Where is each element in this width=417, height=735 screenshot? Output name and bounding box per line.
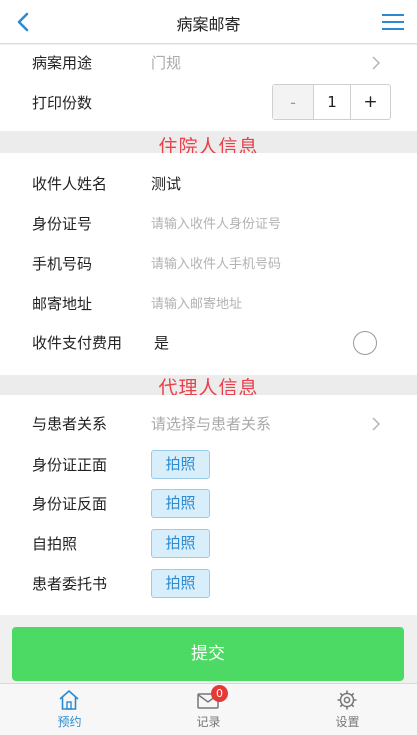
id-number-input[interactable] bbox=[151, 212, 381, 236]
address-label: 邮寄地址 bbox=[32, 295, 93, 313]
relation-select[interactable]: 请选择与患者关系 bbox=[151, 413, 271, 434]
purpose-value[interactable]: 门规 bbox=[151, 52, 181, 73]
pay-on-delivery-label: 收件支付费用 bbox=[32, 334, 123, 352]
selfie-photo-button[interactable]: 拍照 bbox=[151, 529, 210, 558]
records-badge: 0 bbox=[211, 685, 228, 702]
increment-button[interactable]: + bbox=[350, 85, 390, 119]
pay-on-delivery-radio[interactable] bbox=[353, 331, 377, 355]
id-back-label: 身份证反面 bbox=[32, 495, 108, 513]
decrement-button[interactable]: - bbox=[273, 85, 314, 119]
tab-settings[interactable]: 设置 bbox=[278, 684, 417, 735]
chevron-right-icon bbox=[372, 417, 381, 431]
pay-on-delivery-value: 是 bbox=[154, 334, 170, 352]
authorization-row: 患者委托书 拍照 bbox=[0, 564, 417, 604]
id-back-row: 身份证反面 拍照 bbox=[0, 484, 417, 524]
id-back-photo-button[interactable]: 拍照 bbox=[151, 489, 210, 518]
copies-label: 打印份数 bbox=[32, 94, 93, 112]
gear-icon bbox=[337, 690, 357, 710]
relation-row[interactable]: 与患者关系 请选择与患者关系 bbox=[0, 404, 417, 444]
selfie-row: 自拍照 拍照 bbox=[0, 524, 417, 564]
agent-section-header: 代理人信息 bbox=[0, 375, 417, 399]
tab-appointment-label: 预约 bbox=[57, 715, 82, 729]
recipient-name-value[interactable]: 测试 bbox=[151, 173, 181, 194]
inpatient-section-header: 住院人信息 bbox=[0, 131, 417, 158]
purpose-label: 病案用途 bbox=[32, 54, 93, 72]
id-number-label: 身份证号 bbox=[32, 215, 93, 233]
authorization-photo-button[interactable]: 拍照 bbox=[151, 569, 210, 598]
tab-settings-label: 设置 bbox=[335, 715, 360, 729]
tab-bar: 预约 0 记录 设置 bbox=[0, 683, 417, 735]
menu-icon bbox=[382, 14, 404, 30]
id-front-row: 身份证正面 拍照 bbox=[0, 445, 417, 485]
copies-value[interactable]: 1 bbox=[314, 85, 350, 119]
recipient-name-label: 收件人姓名 bbox=[32, 175, 108, 193]
authorization-label: 患者委托书 bbox=[32, 575, 108, 593]
id-front-photo-button[interactable]: 拍照 bbox=[151, 450, 210, 479]
home-icon bbox=[59, 690, 79, 710]
address-input[interactable] bbox=[151, 292, 381, 316]
tab-records[interactable]: 0 记录 bbox=[139, 684, 278, 735]
submit-button[interactable]: 提交 bbox=[12, 627, 404, 681]
tab-records-label: 记录 bbox=[196, 715, 221, 729]
phone-label: 手机号码 bbox=[32, 255, 93, 273]
copies-stepper: - 1 + bbox=[272, 84, 391, 120]
address-row: 邮寄地址 bbox=[0, 284, 417, 324]
relation-label: 与患者关系 bbox=[32, 415, 108, 433]
page-title: 病案邮寄 bbox=[176, 15, 241, 34]
chevron-right-icon bbox=[372, 56, 381, 70]
phone-input[interactable] bbox=[151, 252, 381, 276]
purpose-row[interactable]: 病案用途 门规 bbox=[0, 43, 417, 83]
menu-button[interactable] bbox=[381, 10, 405, 34]
selfie-label: 自拍照 bbox=[32, 535, 78, 553]
tab-appointment[interactable]: 预约 bbox=[0, 684, 139, 735]
pay-on-delivery-row: 收件支付费用 是 bbox=[0, 323, 417, 363]
phone-row: 手机号码 bbox=[0, 244, 417, 284]
id-number-row: 身份证号 bbox=[0, 204, 417, 244]
id-front-label: 身份证正面 bbox=[32, 456, 108, 474]
recipient-name-row: 收件人姓名 测试 bbox=[0, 164, 417, 204]
header-bar: 病案邮寄 bbox=[0, 0, 417, 44]
